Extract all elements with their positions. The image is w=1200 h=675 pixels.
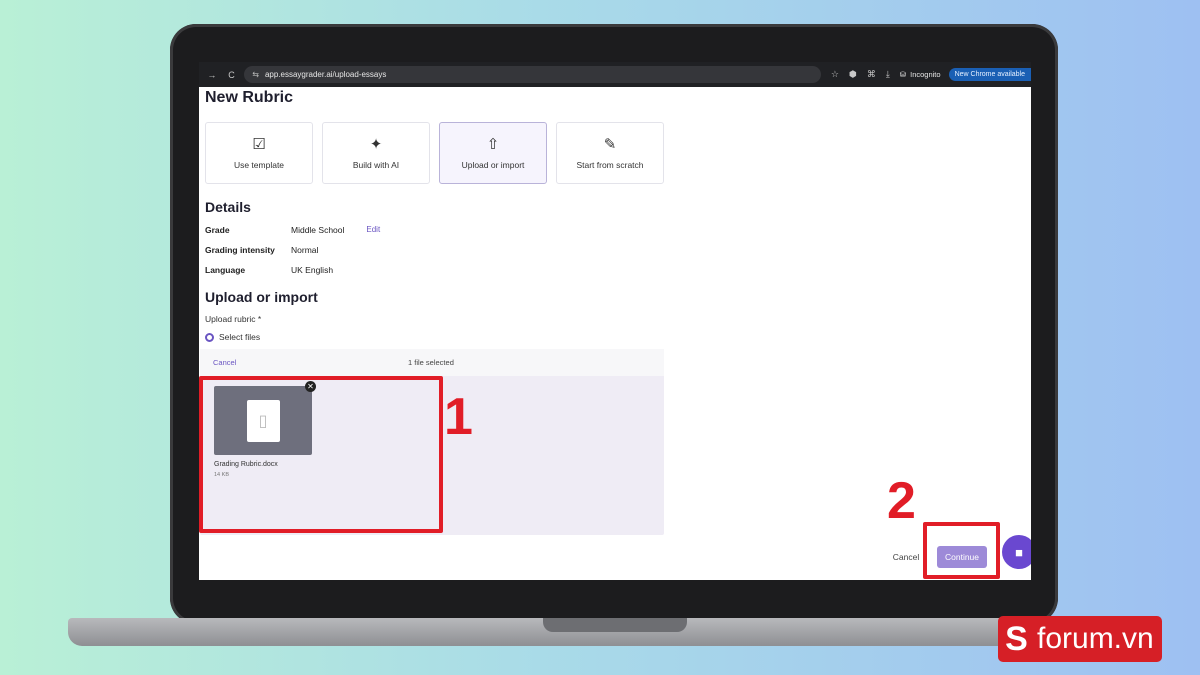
- extension-icon[interactable]: ⬢: [849, 69, 857, 80]
- site-settings-icon[interactable]: ⇆: [252, 70, 259, 79]
- sparkle-icon: ✦: [369, 136, 383, 153]
- radio-label: Select files: [219, 332, 261, 342]
- highlight-box-file: [199, 376, 443, 533]
- watermark-logo: S: [998, 616, 1035, 662]
- bookmark-star-icon[interactable]: ☆: [831, 69, 839, 80]
- option-label: Build with AI: [352, 160, 400, 170]
- radio-selected-icon[interactable]: [205, 332, 214, 342]
- chrome-update-button[interactable]: New Chrome available: [948, 68, 1031, 81]
- detail-value: UK English: [291, 265, 334, 275]
- detail-value: Normal: [291, 245, 319, 255]
- forward-icon[interactable]: →: [205, 70, 219, 80]
- step-2-callout: 2: [887, 472, 916, 530]
- step-1-callout: 1: [444, 388, 473, 446]
- option-label: Start from scratch: [576, 160, 644, 170]
- highlight-box-continue: [923, 522, 1000, 579]
- files-selected-status: 1 file selected: [408, 358, 454, 367]
- puzzle-icon[interactable]: ⌘: [867, 69, 876, 80]
- detail-label: Grading intensity: [205, 245, 275, 255]
- detail-label: Grade: [205, 225, 230, 235]
- incognito-label: Incognito: [910, 70, 941, 79]
- incognito-icon: ⛁: [899, 70, 907, 79]
- watermark-text: forum.vn: [1035, 616, 1162, 662]
- share-upload-icon: ⇧: [486, 136, 500, 153]
- pencil-icon: ✎: [603, 136, 617, 153]
- browser-toolbar: → C ⇆ app.essaygrader.ai/upload-essays ☆…: [199, 62, 1031, 87]
- detail-row-intensity: Grading intensity Normal: [205, 245, 318, 255]
- forum-watermark: S forum.vn: [998, 615, 1186, 663]
- chat-support-icon[interactable]: ■: [1002, 535, 1031, 569]
- address-bar[interactable]: ⇆ app.essaygrader.ai/upload-essays: [244, 66, 821, 83]
- option-start-from-scratch[interactable]: ✎ Start from scratch: [556, 122, 664, 184]
- incognito-indicator[interactable]: ⛁ Incognito: [900, 70, 941, 79]
- detail-value: Middle School: [291, 225, 345, 235]
- bookmark-check-icon: ☑: [252, 136, 266, 153]
- cancel-button[interactable]: Cancel: [885, 546, 927, 568]
- page-title: New Rubric: [205, 89, 294, 106]
- edit-link[interactable]: Edit: [366, 225, 380, 235]
- option-label: Upload or import: [461, 160, 525, 170]
- option-use-template[interactable]: ☑ Use template: [205, 122, 313, 184]
- url-text[interactable]: app.essaygrader.ai/upload-essays: [265, 70, 386, 79]
- download-icon[interactable]: ⤓: [886, 69, 890, 80]
- select-files-radio[interactable]: Select files: [205, 332, 260, 342]
- option-label: Use template: [233, 160, 285, 170]
- upload-field-label: Upload rubric *: [205, 314, 262, 324]
- details-title: Details: [205, 199, 251, 215]
- detail-row-grade: Grade Middle School Edit: [205, 225, 380, 235]
- upload-cancel-link[interactable]: Cancel: [213, 358, 236, 367]
- upload-header: Cancel 1 file selected: [200, 349, 664, 376]
- option-upload-or-import[interactable]: ⇧ Upload or import: [439, 122, 547, 184]
- reload-icon[interactable]: C: [225, 70, 239, 80]
- option-build-with-ai[interactable]: ✦ Build with AI: [322, 122, 430, 184]
- laptop-notch: [543, 618, 687, 632]
- upload-section-title: Upload or import: [205, 289, 318, 305]
- detail-row-language: Language UK English: [205, 265, 333, 275]
- detail-label: Language: [205, 265, 246, 275]
